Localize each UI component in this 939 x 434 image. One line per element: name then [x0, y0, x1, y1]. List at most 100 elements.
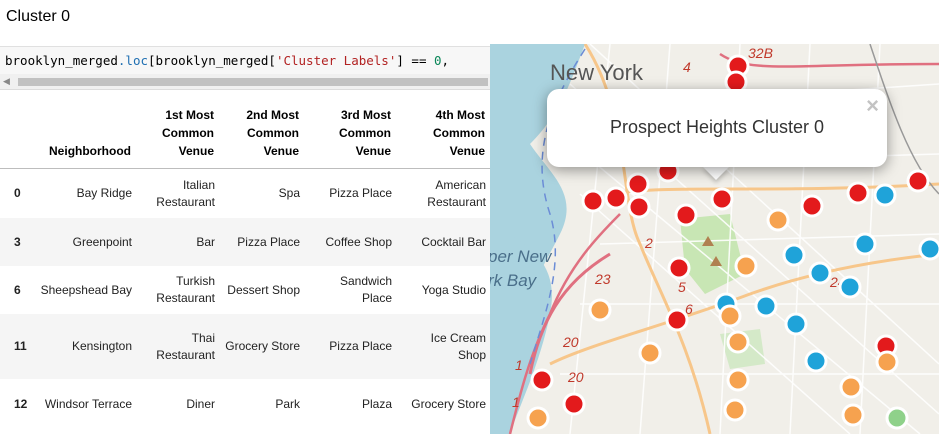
cell-venue-2: Park [275, 396, 300, 411]
row-index: 11 [0, 314, 36, 379]
table-row: 0 Bay Ridge Italian Restaurant Spa Pizza… [0, 169, 490, 219]
cell-venue-2: Grocery Store [219, 314, 304, 379]
code-bracket-close-2: ] [396, 53, 404, 68]
code-var-2: brooklyn_merged [155, 53, 269, 68]
table-row: 11 Kensington Thai Restaurant Grocery St… [0, 314, 490, 379]
marker-blue[interactable] [784, 312, 808, 336]
marker-green[interactable] [885, 406, 909, 430]
cell-venue-2: Pizza Place [219, 218, 304, 266]
cell-venue-3: Plaza [361, 396, 392, 411]
marker-blue[interactable] [853, 232, 877, 256]
code-bracket-open-2: [ [268, 53, 276, 68]
cell-neighborhood: Bay Ridge [76, 186, 132, 200]
column-header-neighborhood: Neighborhood [36, 100, 136, 169]
marker-blue[interactable] [838, 275, 862, 299]
route-label: 32B [748, 45, 773, 61]
marker-red[interactable] [800, 194, 824, 218]
scrollbar-thumb[interactable] [18, 78, 488, 86]
cell-venue-4: Grocery Store [411, 396, 486, 411]
column-header-venue-1: 1st Most Common Venue [136, 100, 219, 169]
code-bracket-open: [ [148, 53, 156, 68]
cell-venue-4: Yoga Studio [421, 282, 486, 297]
route-label: 4 [683, 59, 691, 75]
code-string: 'Cluster Labels' [275, 53, 397, 68]
row-index: 0 [14, 186, 21, 200]
marker-orange[interactable] [734, 254, 758, 278]
route-label: 5 [678, 279, 686, 295]
popup-tip [702, 166, 730, 180]
cell-venue-1: Bar [136, 218, 219, 266]
column-header-index [0, 100, 36, 169]
cluster-heading: Cluster 0 [6, 8, 71, 25]
marker-blue[interactable] [808, 261, 832, 285]
map-city-label: New York [550, 60, 644, 85]
marker-blue[interactable] [873, 183, 897, 207]
cell-venue-4: Ice Cream Shop [396, 314, 490, 379]
marker-red[interactable] [846, 181, 870, 205]
marker-blue[interactable] [918, 237, 939, 261]
column-header-venue-3: 3rd Most Common Venue [304, 100, 396, 169]
marker-red[interactable] [562, 392, 586, 416]
marker-red[interactable] [604, 186, 628, 210]
cell-venue-2: Dessert Shop [227, 282, 300, 297]
code-number: 0 [434, 53, 442, 68]
folium-map[interactable]: New York per New rk Bay 32B 4 2 26 2 23 … [490, 44, 939, 434]
marker-red[interactable] [906, 169, 930, 193]
row-index: 6 [14, 282, 21, 297]
marker-orange[interactable] [526, 406, 550, 430]
marker-orange[interactable] [841, 403, 865, 427]
marker-red[interactable] [627, 195, 651, 219]
cell-venue-3: Pizza Place [304, 314, 396, 379]
code-operator: == [403, 53, 435, 68]
cell-venue-1: Italian Restaurant [156, 177, 215, 209]
code-cell[interactable]: brooklyn_merged.loc[brooklyn_merged['Clu… [0, 46, 490, 74]
table-header-row: Neighborhood 1st Most Common Venue 2nd M… [0, 100, 490, 169]
cell-venue-2: Spa [278, 186, 300, 200]
route-label: 20 [567, 369, 584, 385]
marker-red[interactable] [710, 187, 734, 211]
cell-venue-1: Turkish Restaurant [156, 274, 215, 305]
table-row: 12 Windsor Terrace Diner Park Plaza Groc… [0, 379, 490, 429]
marker-orange[interactable] [638, 341, 662, 365]
marker-red[interactable] [530, 368, 554, 392]
route-label: 2 [644, 235, 653, 251]
code-var: brooklyn_merged [5, 53, 118, 68]
horizontal-scrollbar[interactable]: ◀ [0, 74, 490, 90]
close-icon[interactable]: × [866, 93, 879, 119]
marker-blue[interactable] [754, 294, 778, 318]
marker-blue[interactable] [782, 243, 806, 267]
marker-orange[interactable] [726, 330, 750, 354]
table-row: 6 Sheepshead Bay Turkish Restaurant Dess… [0, 266, 490, 314]
marker-orange[interactable] [588, 298, 612, 322]
map-bay-label-1: per New [490, 247, 553, 266]
cell-venue-3: Coffee Shop [304, 218, 396, 266]
marker-orange[interactable] [875, 350, 899, 374]
map-popup[interactable]: Prospect Heights Cluster 0 × [547, 89, 887, 167]
marker-red[interactable] [626, 172, 650, 196]
route-label: 23 [594, 271, 611, 287]
cell-venue-3: Sandwich Place [339, 274, 392, 305]
route-label: 1 [515, 357, 523, 373]
marker-red[interactable] [674, 203, 698, 227]
cell-venue-3: Pizza Place [329, 186, 392, 200]
cell-venue-1: Diner [186, 396, 215, 411]
cell-neighborhood: Greenpoint [36, 218, 136, 266]
cell-neighborhood: Kensington [36, 314, 136, 379]
map-bay-label-2: rk Bay [490, 271, 538, 290]
cell-neighborhood: Sheepshead Bay [40, 282, 132, 297]
marker-red[interactable] [665, 308, 689, 332]
marker-orange[interactable] [718, 304, 742, 328]
marker-orange[interactable] [766, 208, 790, 232]
popup-text: Prospect Heights Cluster 0 [609, 117, 825, 137]
route-label: 20 [562, 334, 579, 350]
marker-blue[interactable] [804, 349, 828, 373]
scroll-left-icon[interactable]: ◀ [3, 76, 10, 87]
row-index: 3 [0, 218, 36, 266]
marker-orange[interactable] [839, 375, 863, 399]
row-index: 12 [14, 396, 28, 411]
marker-red[interactable] [581, 189, 605, 213]
marker-orange[interactable] [726, 368, 750, 392]
marker-red[interactable] [667, 256, 691, 280]
marker-orange[interactable] [723, 398, 747, 422]
code-tail: , [441, 53, 450, 68]
